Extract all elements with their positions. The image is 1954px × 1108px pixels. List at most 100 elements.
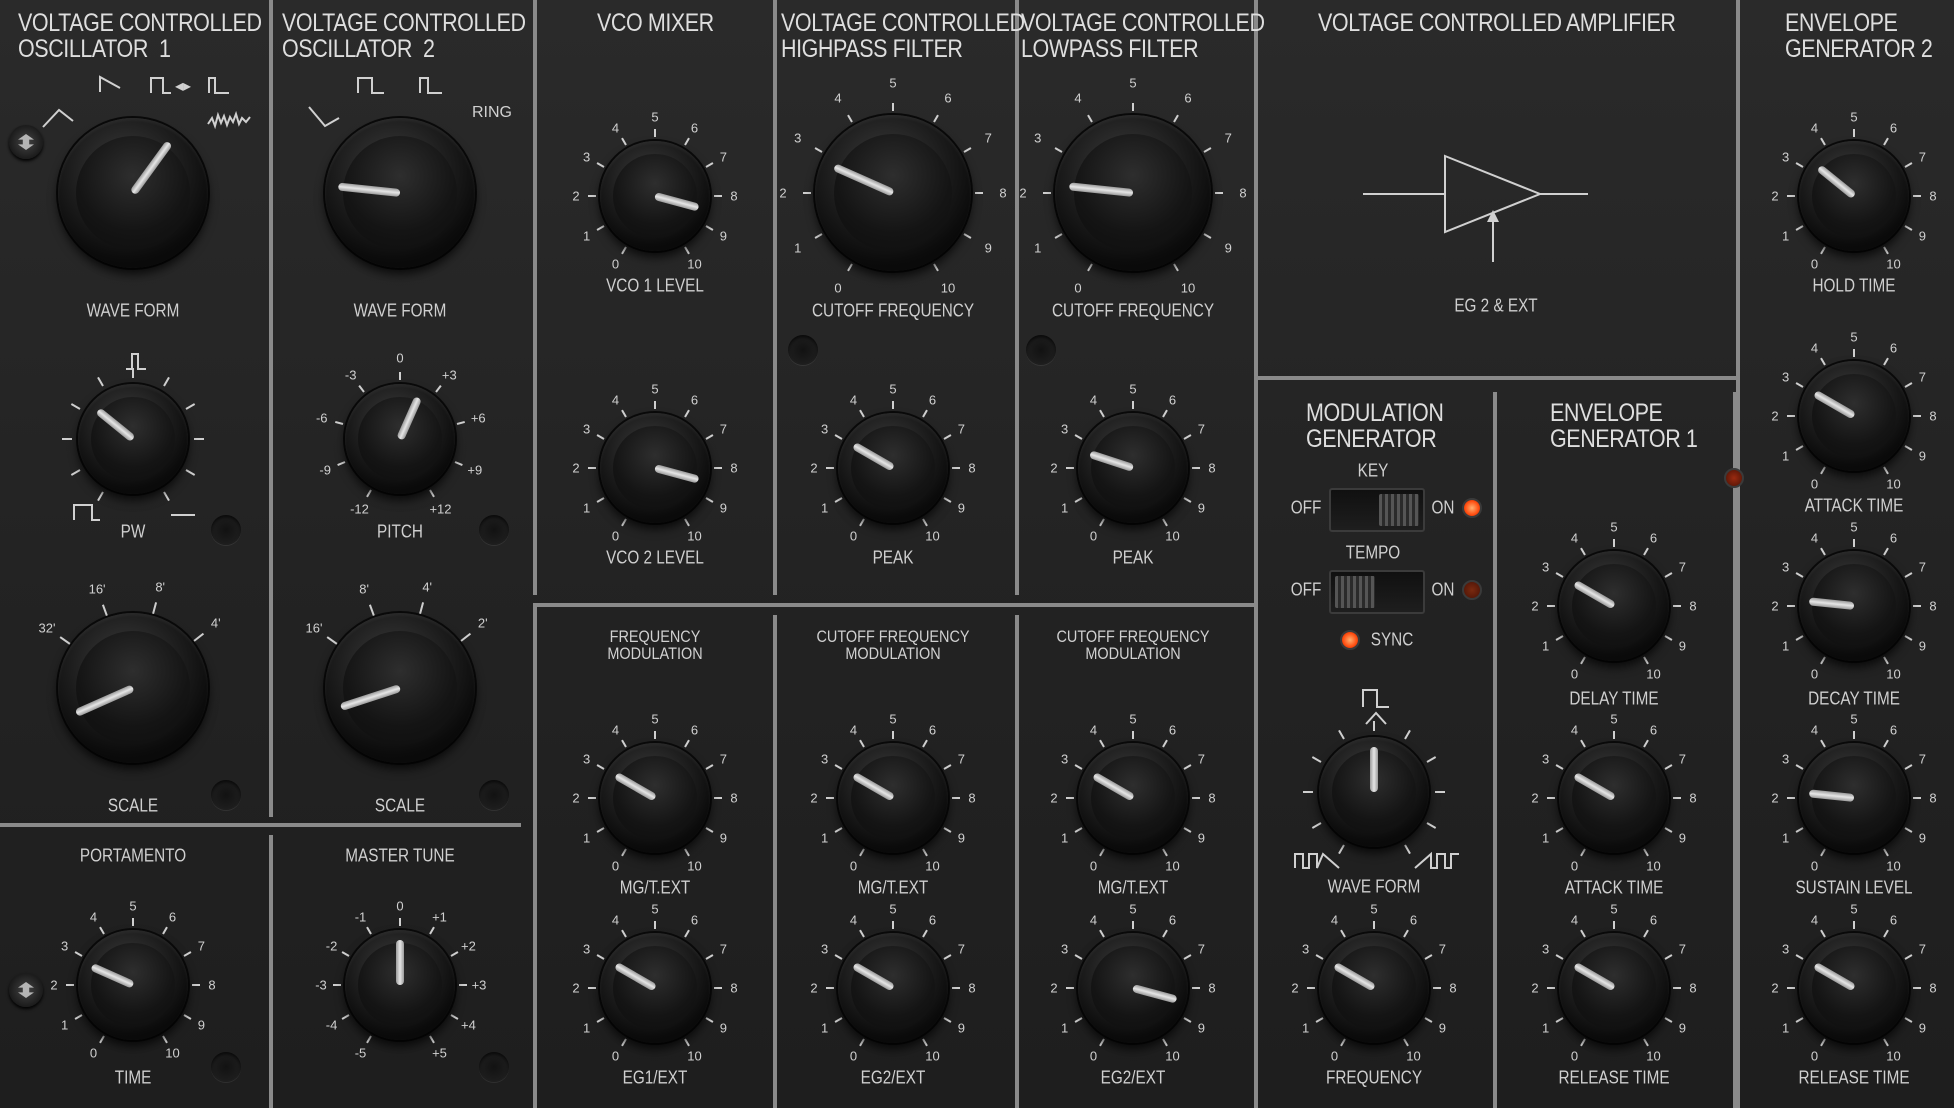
dial-tick-mark xyxy=(459,984,467,986)
vco2-scale-knob[interactable] xyxy=(325,613,475,763)
title-mg: MODULATION GENERATOR xyxy=(1306,399,1444,453)
hpf-peak-knob[interactable] xyxy=(838,413,948,523)
dial-tick-mark xyxy=(1074,763,1083,770)
eg1-attack-knob[interactable] xyxy=(1559,743,1669,853)
dial-number-5: 5 xyxy=(889,711,897,727)
dial-number-10: 10 xyxy=(1886,1048,1901,1064)
dial-tick-mark xyxy=(1795,381,1804,388)
vco2-waveform-knob[interactable] xyxy=(325,118,475,268)
dial-tick-mark xyxy=(1913,987,1921,989)
dial-tick-mark xyxy=(620,848,627,857)
dial-number-7: 7 xyxy=(1918,559,1927,574)
dial-number-1: 1 xyxy=(1034,240,1042,256)
dial-tick-mark xyxy=(1664,763,1673,770)
dial-tick-mark xyxy=(1555,571,1564,578)
dial-tick-mark xyxy=(1074,1016,1083,1023)
eg2-decay-knob[interactable] xyxy=(1799,551,1909,661)
divider xyxy=(533,0,537,595)
portamento-knob[interactable] xyxy=(78,930,188,1040)
dial-tick-mark xyxy=(335,420,344,425)
scroll-up-down-icon[interactable] xyxy=(9,973,43,1007)
dial-number-2: 2 xyxy=(1050,980,1058,996)
vco1-pw-jack[interactable] xyxy=(211,515,241,545)
dial-number-1: 1 xyxy=(794,240,802,256)
vco1-scale-knob[interactable] xyxy=(58,613,208,763)
dial-number-0: 0 xyxy=(849,858,858,874)
vco1-waveform-knob[interactable] xyxy=(58,118,208,268)
dial-number-3: 3 xyxy=(1541,751,1550,766)
vco2-pitch-knob[interactable] xyxy=(345,384,455,494)
tempo-off-label: OFF xyxy=(1290,579,1322,600)
dial-tick-mark xyxy=(1433,987,1441,989)
tune-mark: +3 xyxy=(471,977,487,993)
cm2-mg-knob[interactable] xyxy=(1078,743,1188,853)
key-switch[interactable] xyxy=(1329,488,1425,532)
dial-tick-mark xyxy=(620,929,627,938)
dial-tick-mark xyxy=(1795,224,1804,231)
tune-mark: 0 xyxy=(396,898,404,914)
dial-tick-mark xyxy=(826,467,834,469)
vco1-level-knob[interactable] xyxy=(600,141,710,251)
fm-eg-knob[interactable] xyxy=(600,933,710,1043)
dial-number-2: 2 xyxy=(1019,185,1027,201)
pulse-narrow-icon xyxy=(126,353,146,370)
tune-mark: -4 xyxy=(325,1017,338,1032)
dial-number-8: 8 xyxy=(1449,980,1457,996)
hpf-cutoff-knob[interactable] xyxy=(815,115,971,271)
tune-mark: -1 xyxy=(354,909,367,925)
knob-pointer xyxy=(1572,771,1616,802)
vco1-scale-jack[interactable] xyxy=(211,780,241,810)
eg2-hold-knob[interactable] xyxy=(1799,141,1909,251)
pitch-mark: +6 xyxy=(470,410,486,426)
mg-frequency-knob[interactable] xyxy=(1319,933,1429,1043)
tempo-switch-label: TEMPO xyxy=(1345,542,1401,563)
vco2-scale-jack[interactable] xyxy=(479,780,509,810)
noise-wave-icon xyxy=(207,110,251,130)
dial-number-3: 3 xyxy=(582,941,591,956)
scroll-up-down-icon[interactable] xyxy=(9,125,43,159)
vco2-level-knob[interactable] xyxy=(600,413,710,523)
dial-number-3: 3 xyxy=(1060,751,1069,766)
lpf-cutoff-knob[interactable] xyxy=(1055,115,1211,271)
dial-number-7: 7 xyxy=(1918,941,1927,956)
hpf-jack[interactable] xyxy=(788,335,818,365)
title-cutoff-mod-2: CUTOFF FREQUENCY MODULATION xyxy=(1056,627,1210,663)
dial-tick-mark xyxy=(1087,263,1093,272)
vco2-pitch-label: PITCH xyxy=(377,521,423,542)
dial-tick-mark xyxy=(1904,763,1913,770)
master-tune-knob[interactable] xyxy=(345,930,455,1040)
eg1-release-knob[interactable] xyxy=(1559,933,1669,1043)
dial-number-4: 4 xyxy=(1089,912,1098,928)
eg1-delay-knob[interactable] xyxy=(1559,551,1669,661)
sync-label: SYNC xyxy=(1370,629,1414,650)
dial-tick-mark xyxy=(1664,634,1673,641)
tempo-switch[interactable] xyxy=(1329,570,1425,614)
dial-tick-mark xyxy=(193,632,204,642)
eg2-attack-knob[interactable] xyxy=(1799,361,1909,471)
cm1-eg-knob[interactable] xyxy=(838,933,948,1043)
vca-cv-label: EG 2 & EXT xyxy=(1454,295,1538,316)
dial-tick-mark xyxy=(1402,929,1409,938)
dial-number-3: 3 xyxy=(820,421,829,436)
dial-tick-mark xyxy=(1913,797,1921,799)
lpf-jack[interactable] xyxy=(1026,335,1056,365)
lpf-peak-knob[interactable] xyxy=(1078,413,1188,523)
dial-tick-mark xyxy=(1373,721,1375,731)
fm-mg-knob[interactable] xyxy=(600,743,710,853)
mg-waveform-knob[interactable] xyxy=(1319,737,1429,847)
vco2-pitch-jack[interactable] xyxy=(479,515,509,545)
portamento-jack[interactable] xyxy=(211,1052,241,1082)
eg2-release-knob[interactable] xyxy=(1799,933,1909,1043)
scale-mark: 4' xyxy=(422,579,433,595)
dial-tick-mark xyxy=(1913,195,1921,197)
cm1-mg-knob[interactable] xyxy=(838,743,948,853)
eg2-sustain-knob[interactable] xyxy=(1799,743,1909,853)
dial-tick-mark xyxy=(943,433,952,440)
dial-tick-mark xyxy=(1098,518,1105,527)
cm2-eg-knob[interactable] xyxy=(1078,933,1188,1043)
title-vclpf: VOLTAGE CONTROLLED LOWPASS FILTER xyxy=(1021,9,1265,63)
vco1-pw-knob[interactable] xyxy=(78,384,188,494)
knob-pointer xyxy=(1572,579,1616,610)
vco1-waveform-label: WAVE FORM xyxy=(86,300,180,321)
master-tune-jack[interactable] xyxy=(479,1052,509,1082)
